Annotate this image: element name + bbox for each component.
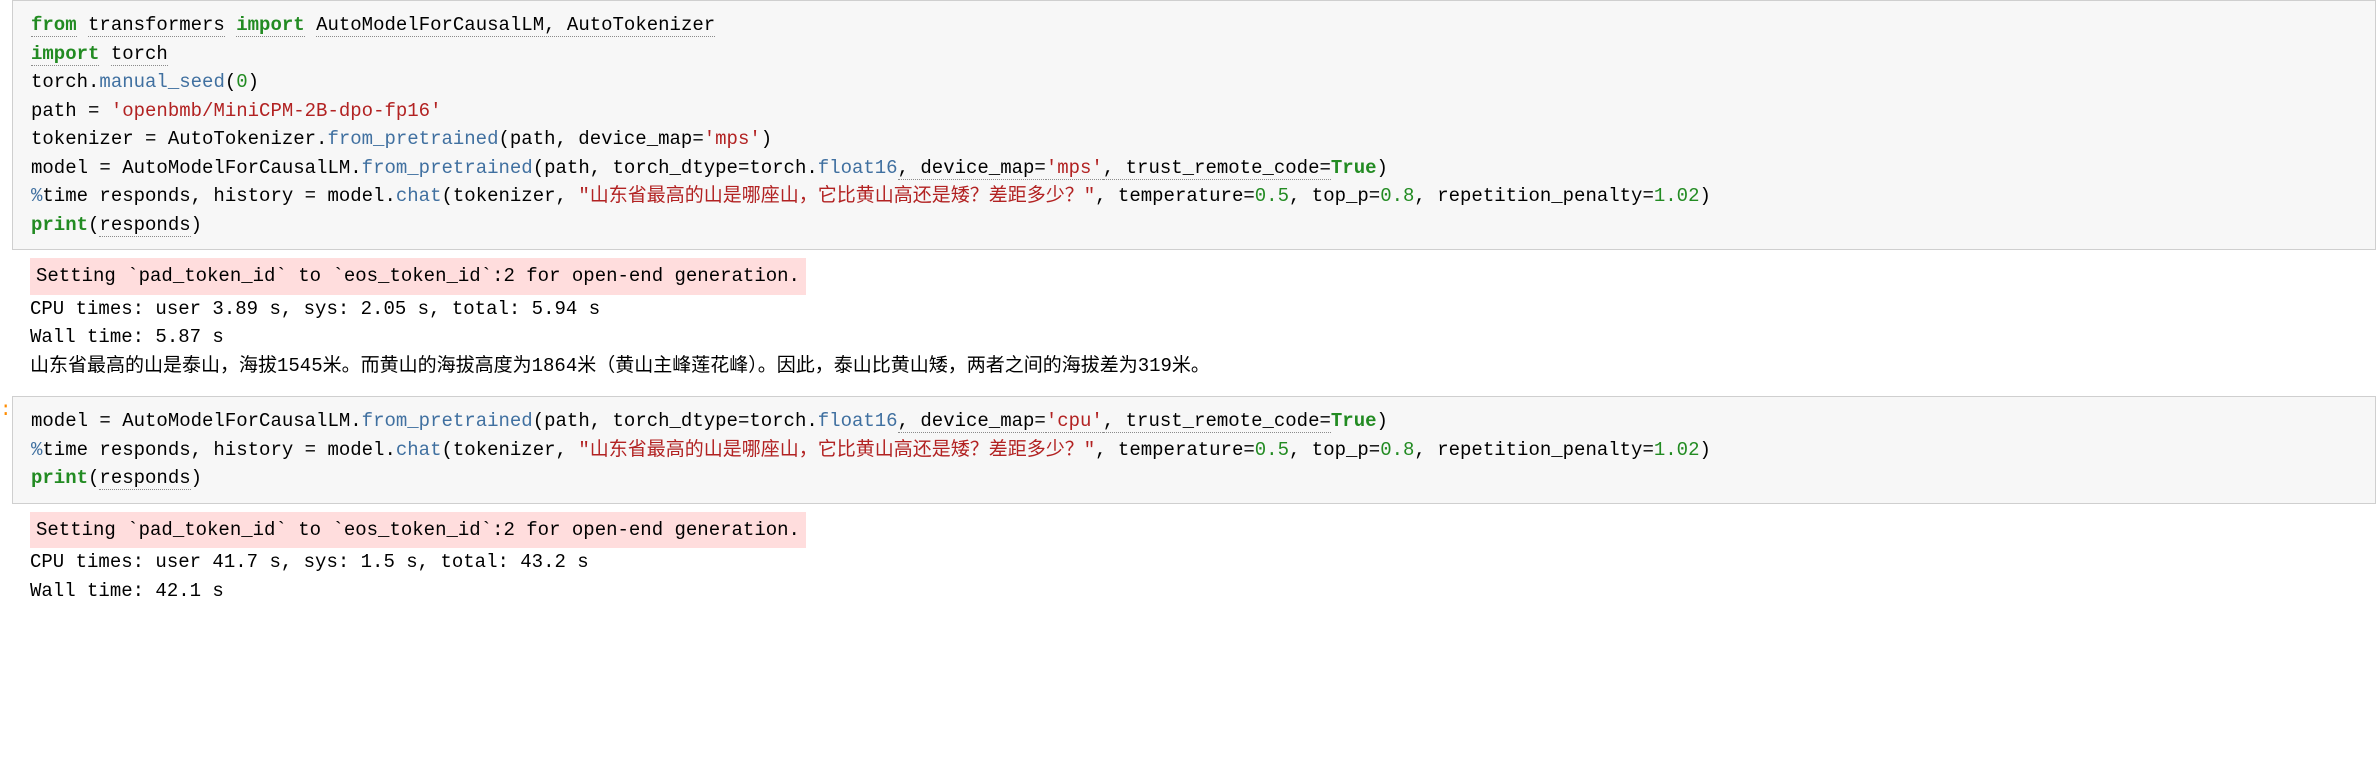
code-line: %time responds, history = model.chat(tok… <box>31 436 2357 465</box>
module-torch: torch <box>111 43 168 66</box>
module-transformers: transformers <box>88 14 225 37</box>
keyword-import: import <box>236 14 304 37</box>
code-line: from transformers import AutoModelForCau… <box>31 11 2357 40</box>
code-cell-1-wrapper: from transformers import AutoModelForCau… <box>0 0 2376 250</box>
string-mps: 'mps' <box>1046 157 1103 180</box>
wall-time-line: Wall time: 42.1 s <box>30 577 2358 606</box>
keyword-from: from <box>31 14 77 37</box>
code-cell-2[interactable]: model = AutoModelForCausalLM.from_pretra… <box>12 396 2376 504</box>
output-cell-1: Setting `pad_token_id` to `eos_token_id`… <box>12 252 2376 386</box>
cpu-times-line: CPU times: user 3.89 s, sys: 2.05 s, tot… <box>30 295 2358 324</box>
ident-responds: responds <box>99 214 190 237</box>
prompt-colon: : <box>0 396 11 425</box>
stderr-line: Setting `pad_token_id` to `eos_token_id`… <box>30 258 806 295</box>
method-chat: chat <box>396 185 442 207</box>
builtin-print: print <box>31 467 88 489</box>
builtin-print: print <box>31 214 88 236</box>
attr-float16: float16 <box>818 410 898 432</box>
literal-zero: 0 <box>236 71 247 93</box>
method-manual-seed: manual_seed <box>99 71 224 93</box>
magic-percent: % <box>31 185 42 207</box>
output-cell-2: Setting `pad_token_id` to `eos_token_id`… <box>12 506 2376 612</box>
keyword-true: True <box>1331 157 1377 179</box>
code-line: torch.manual_seed(0) <box>31 68 2357 97</box>
method-chat: chat <box>396 439 442 461</box>
wall-time-line: Wall time: 5.87 s <box>30 323 2358 352</box>
code-line: %time responds, history = model.chat(tok… <box>31 182 2357 211</box>
keyword-import: import <box>31 43 99 66</box>
literal-temp: 0.5 <box>1255 185 1289 207</box>
method-from-pretrained: from_pretrained <box>362 410 533 432</box>
code-line: tokenizer = AutoTokenizer.from_pretraine… <box>31 125 2357 154</box>
code-cell-1[interactable]: from transformers import AutoModelForCau… <box>12 0 2376 250</box>
response-text: 山东省最高的山是泰山，海拔1545米。而黄山的海拔高度为1864米（黄山主峰莲花… <box>30 352 2358 381</box>
literal-topp: 0.8 <box>1380 185 1414 207</box>
code-line: path = 'openbmb/MiniCPM-2B-dpo-fp16' <box>31 97 2357 126</box>
code-line: import torch <box>31 40 2357 69</box>
import-items: AutoModelForCausalLM, AutoTokenizer <box>316 14 715 37</box>
attr-float16: float16 <box>818 157 898 179</box>
string-prompt: "山东省最高的山是哪座山，它比黄山高还是矮？差距多少？" <box>578 185 1095 207</box>
literal-rep: 1.02 <box>1654 439 1700 461</box>
string-model-path: 'openbmb/MiniCPM-2B-dpo-fp16' <box>111 100 442 122</box>
literal-temp: 0.5 <box>1255 439 1289 461</box>
code-cell-2-wrapper: : model = AutoModelForCausalLM.from_pret… <box>0 396 2376 504</box>
cpu-times-line: CPU times: user 41.7 s, sys: 1.5 s, tota… <box>30 548 2358 577</box>
code-line: print(responds) <box>31 211 2357 240</box>
stderr-line: Setting `pad_token_id` to `eos_token_id`… <box>30 512 806 549</box>
literal-rep: 1.02 <box>1654 185 1700 207</box>
code-line: model = AutoModelForCausalLM.from_pretra… <box>31 407 2357 436</box>
magic-percent: % <box>31 439 42 461</box>
string-prompt: "山东省最高的山是哪座山，它比黄山高还是矮？差距多少？" <box>578 439 1095 461</box>
method-from-pretrained: from_pretrained <box>362 157 533 179</box>
keyword-true: True <box>1331 410 1377 432</box>
string-mps: 'mps' <box>704 128 761 150</box>
code-line: model = AutoModelForCausalLM.from_pretra… <box>31 154 2357 183</box>
code-line: print(responds) <box>31 464 2357 493</box>
string-cpu: 'cpu' <box>1046 410 1103 433</box>
method-from-pretrained: from_pretrained <box>327 128 498 150</box>
literal-topp: 0.8 <box>1380 439 1414 461</box>
ident-responds: responds <box>99 467 190 490</box>
